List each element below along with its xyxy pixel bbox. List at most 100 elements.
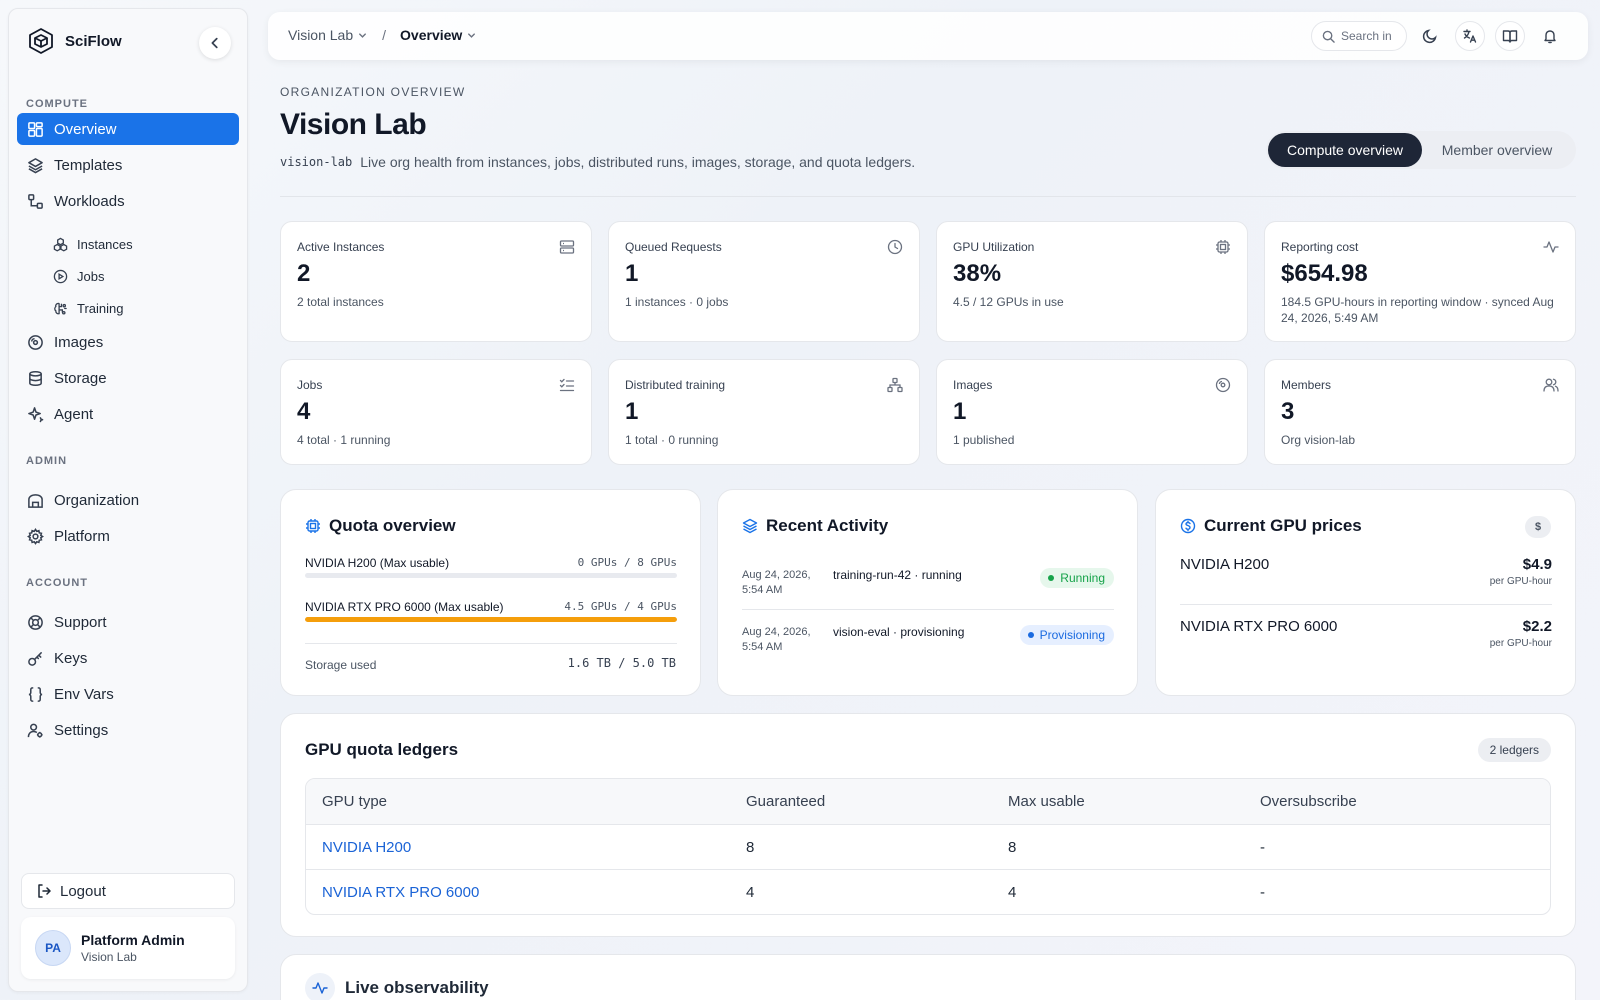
notifications-button[interactable]: [1535, 21, 1565, 51]
sidebar-item-label: Instances: [77, 236, 133, 252]
user-org: Vision Lab: [81, 950, 137, 964]
sidebar-item-settings[interactable]: Settings: [17, 714, 239, 746]
ledgers-title: GPU quota ledgers: [305, 740, 459, 759]
collapse-sidebar-button[interactable]: [199, 27, 231, 59]
stat-meta: Org vision-lab: [1281, 433, 1356, 447]
sidebar-item-images[interactable]: Images: [17, 326, 239, 358]
brand[interactable]: SciFlow: [27, 27, 122, 55]
stat-card-members[interactable]: Members 3 Org vision-lab: [1264, 359, 1576, 465]
stat-label: Distributed training: [625, 378, 726, 392]
stat-label: GPU Utilization: [953, 240, 1035, 254]
sidebar-item-organization[interactable]: Organization: [17, 484, 239, 516]
column-header[interactable]: Oversubscribe: [1260, 793, 1357, 810]
oversubscribe-cell: -: [1260, 839, 1265, 856]
currency-badge: $: [1525, 516, 1551, 538]
stat-value: 38%: [953, 260, 1002, 287]
panel-title: Quota overview: [305, 516, 456, 536]
docs-button[interactable]: [1495, 21, 1525, 51]
column-header[interactable]: Guaranteed: [746, 793, 825, 810]
stat-meta: 4.5 / 12 GPUs in use: [953, 295, 1064, 309]
stat-card-jobs[interactable]: Jobs 4 4 total · 1 running: [280, 359, 592, 465]
activity-row[interactable]: Aug 24, 2026, 5:54 AM vision-eval · prov…: [742, 625, 1114, 665]
table-row: NVIDIA H200 8 8 -: [306, 824, 1550, 869]
guaranteed-cell: 8: [746, 839, 755, 856]
stat-label: Queued Requests: [625, 240, 722, 254]
user-cog-icon: [27, 723, 43, 738]
sidebar-item-label: Overview: [54, 120, 117, 138]
ledgers-table: GPU type Guaranteed Max usable Oversubsc…: [305, 778, 1551, 915]
quota-bar-fill: [305, 617, 677, 622]
chevron-down-icon: [359, 32, 367, 38]
sidebar-item-storage[interactable]: Storage: [17, 362, 239, 394]
compute-overview-tab[interactable]: Compute overview: [1268, 133, 1422, 167]
stat-card-gpu-utilization[interactable]: GPU Utilization 38% 4.5 / 12 GPUs in use: [936, 221, 1248, 342]
chevron-down-icon: [468, 32, 476, 38]
sidebar-item-overview[interactable]: Overview: [17, 113, 239, 145]
price-value: $4.9: [1522, 556, 1552, 573]
sidebar-item-label: Support: [54, 613, 107, 631]
stat-card-active-instances[interactable]: Active Instances 2 2 total instances: [280, 221, 592, 342]
gpu-quota-ledgers-panel: GPU quota ledgers 2 ledgers GPU type Gua…: [280, 713, 1576, 937]
sidebar-item-label: Training: [77, 300, 124, 316]
page-description: Live org health from instances, jobs, di…: [360, 154, 916, 170]
activity-icon: [1543, 241, 1559, 253]
stat-label: Jobs: [297, 378, 323, 392]
stat-card-images[interactable]: Images 1 1 published: [936, 359, 1248, 465]
sidebar-item-env-vars[interactable]: Env Vars: [17, 678, 239, 710]
sidebar-item-label: Agent: [54, 405, 94, 423]
panel-title: GPU quota ledgers: [305, 740, 458, 760]
disc-icon: [28, 334, 43, 350]
braces-icon: [28, 686, 43, 702]
dashboard-icon: [28, 121, 43, 137]
sidebar-item-templates[interactable]: Templates: [17, 149, 239, 181]
stat-label: Members: [1281, 378, 1332, 392]
stat-card-distributed-training[interactable]: Distributed training 1 1 total · 0 runni…: [608, 359, 920, 465]
stat-meta: 4 total · 1 running: [297, 433, 391, 447]
table-row: NVIDIA RTX PRO 6000 4 4 -: [306, 869, 1550, 914]
search-icon: [1322, 30, 1335, 43]
activity-time: Aug 24, 2026, 5:54 AM: [742, 569, 811, 596]
theme-toggle-button[interactable]: [1415, 21, 1445, 51]
search-input[interactable]: Search in: [1311, 21, 1407, 51]
user-card[interactable]: PA Platform Admin Vision Lab: [21, 917, 235, 979]
sidebar-item-support[interactable]: Support: [17, 606, 239, 638]
quota-value: 4.5 GPUs / 4 GPUs: [564, 600, 677, 613]
storage-value: 1.6 TB / 5.0 TB: [567, 656, 676, 670]
activity-row[interactable]: Aug 24, 2026, 5:54 AM training-run-42 · …: [742, 568, 1114, 608]
gpu-type-link[interactable]: NVIDIA H200: [322, 839, 411, 856]
quota-row: NVIDIA RTX PRO 6000 (Max usable) 4.5 GPU…: [305, 600, 677, 622]
table-header-row: GPU type Guaranteed Max usable Oversubsc…: [306, 779, 1550, 824]
column-header[interactable]: GPU type: [322, 793, 387, 810]
sidebar-item-agent[interactable]: Agent: [17, 398, 239, 430]
logout-button[interactable]: Logout: [21, 873, 235, 909]
member-overview-tab[interactable]: Member overview: [1422, 133, 1572, 167]
clock-icon: [887, 239, 903, 255]
gpu-type-link[interactable]: NVIDIA RTX PRO 6000: [322, 884, 479, 901]
stat-meta: 1 instances · 0 jobs: [625, 295, 729, 309]
sidebar-item-keys[interactable]: Keys: [17, 642, 239, 674]
sidebar-item-training[interactable]: Training: [43, 294, 239, 322]
sidebar-item-platform[interactable]: Platform: [17, 520, 239, 552]
panel-title: Live observability: [305, 973, 489, 1000]
live-observability-panel: Live observability: [280, 954, 1576, 1000]
sidebar-item-instances[interactable]: Instances: [43, 230, 239, 258]
chevron-left-icon: [211, 37, 218, 49]
sidebar-item-label: Organization: [54, 491, 140, 509]
stat-card-reporting-cost[interactable]: Reporting cost $654.98 184.5 GPU-hours i…: [1264, 221, 1576, 342]
sidebar-item-workloads[interactable]: Workloads: [17, 185, 239, 217]
language-button[interactable]: [1455, 21, 1485, 51]
breadcrumb-page[interactable]: Overview: [400, 27, 477, 43]
users-icon: [1543, 378, 1559, 392]
stat-card-queued-requests[interactable]: Queued Requests 1 1 instances · 0 jobs: [608, 221, 920, 342]
sidebar-item-label: Workloads: [54, 192, 125, 210]
header-divider: [280, 196, 1576, 197]
activity-title: Recent Activity: [766, 516, 889, 535]
book-open-icon: [1502, 30, 1518, 43]
dollar-circle-icon: [1180, 518, 1196, 534]
brand-name: SciFlow: [65, 32, 122, 50]
price-value: $2.2: [1522, 618, 1552, 635]
column-header[interactable]: Max usable: [1008, 793, 1085, 810]
breadcrumb-org[interactable]: Vision Lab: [288, 27, 368, 43]
price-row: NVIDIA RTX PRO 6000 $2.2 per GPU-hour: [1180, 618, 1552, 649]
sidebar-item-jobs[interactable]: Jobs: [43, 262, 239, 290]
